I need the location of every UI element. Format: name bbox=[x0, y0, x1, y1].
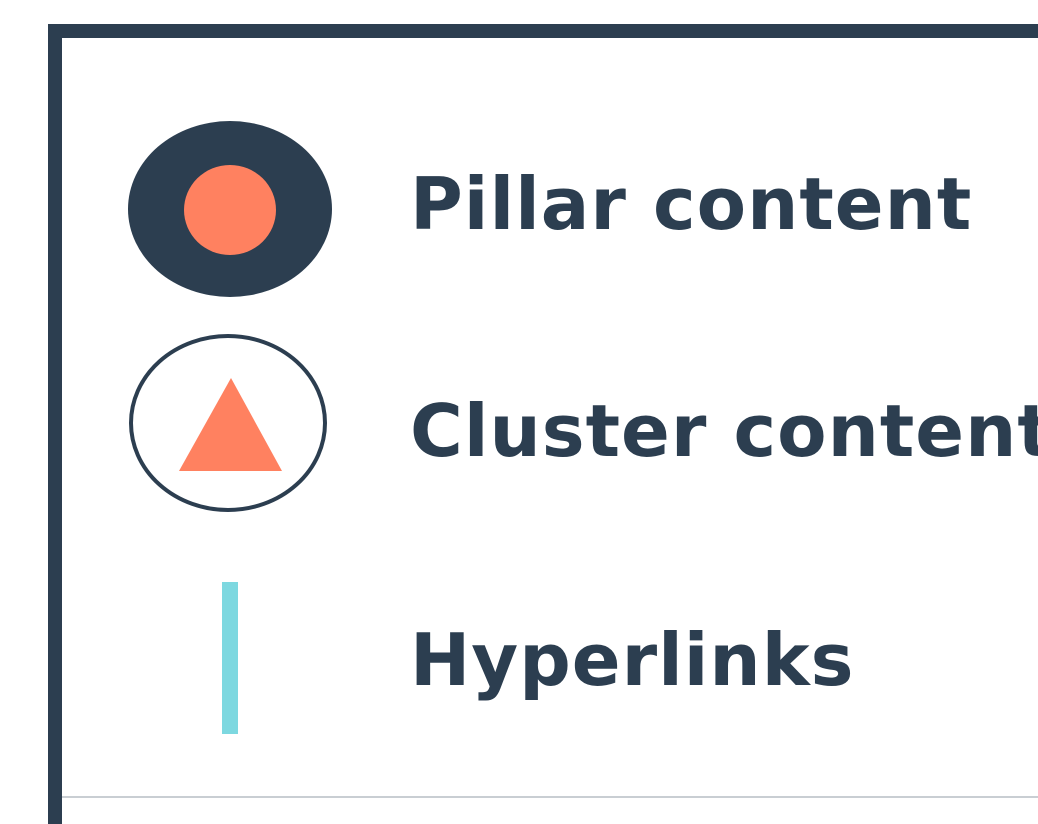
pillar-icon bbox=[128, 121, 332, 297]
legend-label-hyperlinks: Hyperlinks bbox=[410, 618, 855, 702]
legend-label-pillar: Pillar content bbox=[410, 162, 973, 246]
cluster-icon bbox=[129, 334, 327, 512]
hyperlink-line-icon bbox=[222, 582, 238, 734]
legend-label-cluster: Cluster content bbox=[410, 389, 1038, 473]
